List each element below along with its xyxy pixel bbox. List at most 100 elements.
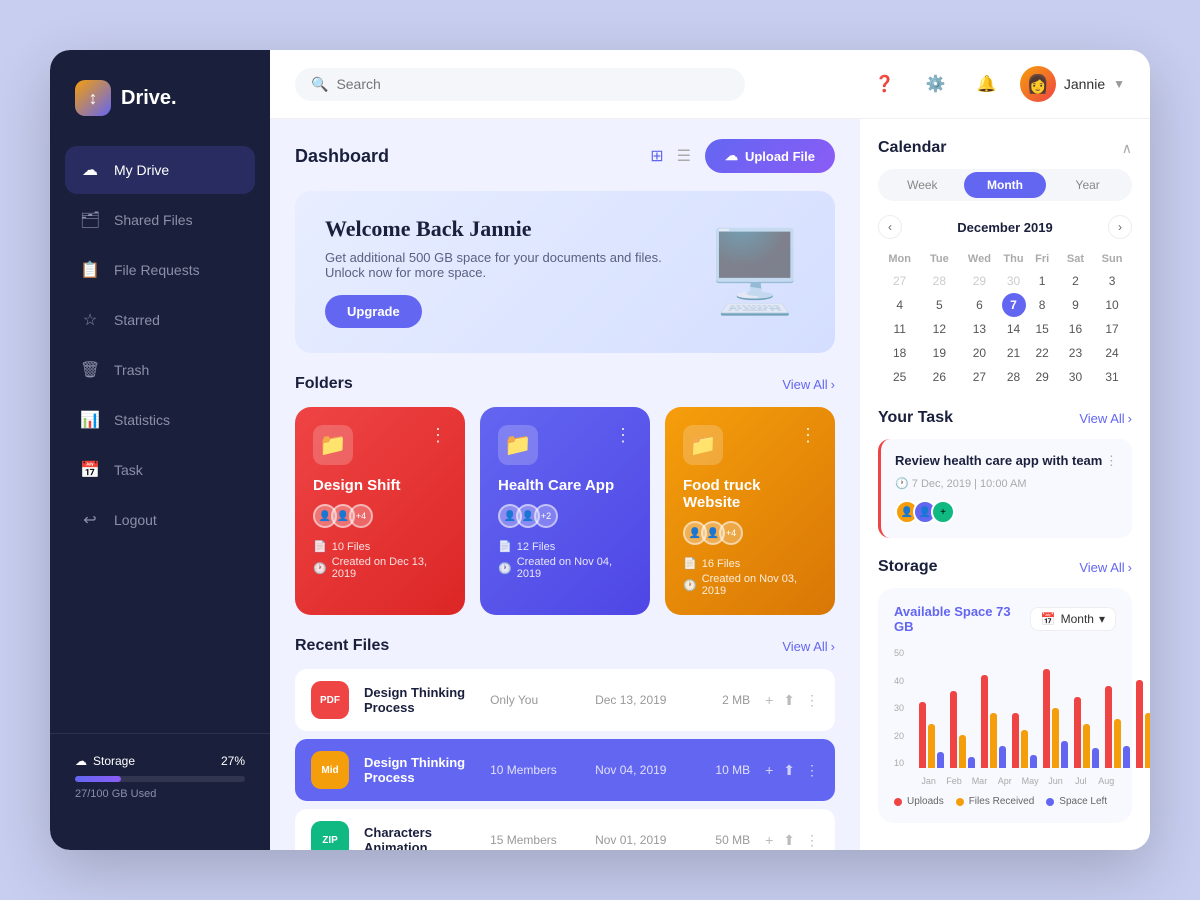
calendar-collapse-button[interactable]: ∧ xyxy=(1122,140,1132,157)
calendar-day[interactable]: 30 xyxy=(1059,365,1092,389)
upgrade-button[interactable]: Upgrade xyxy=(325,295,422,328)
calendar-day[interactable]: 1 xyxy=(1026,269,1059,293)
folder-menu-button[interactable]: ⋮ xyxy=(799,425,817,446)
calendar-day[interactable]: 21 xyxy=(1002,341,1026,365)
calendar-day[interactable]: 28 xyxy=(921,269,957,293)
calendar-day[interactable]: 29 xyxy=(957,269,1001,293)
sidebar-item-file-requests[interactable]: 📋 File Requests xyxy=(65,246,255,294)
chart-x-label: Apr xyxy=(995,776,1014,786)
calendar-day[interactable]: 26 xyxy=(921,365,957,389)
sidebar-item-shared-files[interactable]: 🗂 Shared Files xyxy=(65,196,255,244)
calendar-day[interactable]: 31 xyxy=(1092,365,1132,389)
file-add-button[interactable]: + xyxy=(765,692,773,708)
calendar-day[interactable]: 5 xyxy=(921,293,957,317)
calendar-day[interactable]: 28 xyxy=(1002,365,1026,389)
calendar-day[interactable]: 4 xyxy=(878,293,921,317)
calendar-day[interactable]: 14 xyxy=(1002,317,1026,341)
file-menu-button[interactable]: ⋮ xyxy=(805,832,819,849)
legend-label: Space Left xyxy=(1059,796,1107,807)
calendar-day[interactable]: 25 xyxy=(878,365,921,389)
table-row[interactable]: ZIP Characters Animation 15 Members Nov … xyxy=(295,809,835,850)
calendar-day[interactable]: 23 xyxy=(1059,341,1092,365)
calendar-prev-button[interactable]: ‹ xyxy=(878,215,902,239)
calendar-next-button[interactable]: › xyxy=(1108,215,1132,239)
welcome-subtitle: Get additional 500 GB space for your doc… xyxy=(325,250,665,280)
notifications-button[interactable]: 🔔 xyxy=(969,66,1005,102)
sidebar-item-logout[interactable]: ↩ Logout xyxy=(65,496,255,544)
calendar-day[interactable]: 27 xyxy=(878,269,921,293)
chart-x-label: Mar xyxy=(970,776,989,786)
list-view-button[interactable]: ☰ xyxy=(673,142,695,170)
sidebar-item-my-drive[interactable]: ☁ My Drive xyxy=(65,146,255,194)
calendar-day[interactable]: 20 xyxy=(957,341,1001,365)
calendar-day[interactable]: 24 xyxy=(1092,341,1132,365)
sidebar-item-trash[interactable]: 🗑 Trash xyxy=(65,346,255,394)
tab-month[interactable]: Month xyxy=(964,172,1047,198)
sidebar-nav: ☁ My Drive🗂 Shared Files📋 File Requests☆… xyxy=(50,146,270,733)
calendar-day[interactable]: 9 xyxy=(1059,293,1092,317)
search-input[interactable] xyxy=(336,76,729,92)
folder-menu-button[interactable]: ⋮ xyxy=(429,425,447,446)
calendar-day[interactable]: 3 xyxy=(1092,269,1132,293)
file-share-button[interactable]: ⬆ xyxy=(783,692,795,709)
folder-card[interactable]: 📁 ⋮ Food truck Website 👤 👤 +4 📄 16 Files… xyxy=(665,407,835,615)
calendar-day[interactable]: 13 xyxy=(957,317,1001,341)
search-box[interactable]: 🔍 xyxy=(295,68,745,101)
file-menu-button[interactable]: ⋮ xyxy=(805,692,819,709)
my-drive-icon: ☁ xyxy=(80,160,100,180)
folder-menu-button[interactable]: ⋮ xyxy=(614,425,632,446)
upload-button[interactable]: ☁ Upload File xyxy=(705,139,835,173)
folder-card[interactable]: 📁 ⋮ Design Shift 👤 👤 +4 📄 10 Files 🕐 Cre… xyxy=(295,407,465,615)
calendar-day[interactable]: 30 xyxy=(1002,269,1026,293)
task-menu-button[interactable]: ⋮ xyxy=(1105,453,1118,469)
red-bar xyxy=(1012,713,1019,768)
legend-label: Uploads xyxy=(907,796,944,807)
calendar-day[interactable]: 27 xyxy=(957,365,1001,389)
sidebar-item-statistics[interactable]: 📊 Statistics xyxy=(65,396,255,444)
recent-files-title: Recent Files xyxy=(295,637,389,655)
recent-files-view-all-button[interactable]: View All › xyxy=(782,639,835,654)
file-add-button[interactable]: + xyxy=(765,762,773,778)
calendar-week-row: 27282930123 xyxy=(878,269,1132,293)
file-menu-button[interactable]: ⋮ xyxy=(805,762,819,779)
folder-card[interactable]: 📁 ⋮ Health Care App 👤 👤 +2 📄 12 Files 🕐 … xyxy=(480,407,650,615)
tab-year[interactable]: Year xyxy=(1046,172,1129,198)
calendar-day[interactable]: 16 xyxy=(1059,317,1092,341)
month-selector-button[interactable]: 📅 Month ▾ xyxy=(1030,607,1116,631)
table-row[interactable]: PDF Design Thinking Process Only You Dec… xyxy=(295,669,835,731)
calendar-day[interactable]: 22 xyxy=(1026,341,1059,365)
user-info[interactable]: 👩 Jannie ▼ xyxy=(1020,66,1125,102)
calendar-day[interactable]: 29 xyxy=(1026,365,1059,389)
settings-button[interactable]: ⚙️ xyxy=(918,66,954,102)
grid-view-button[interactable]: ⊞ xyxy=(646,142,667,170)
storage-view-all-button[interactable]: View All › xyxy=(1079,560,1132,575)
file-share-button[interactable]: ⬆ xyxy=(783,762,795,779)
table-row[interactable]: Mid Design Thinking Process 10 Members N… xyxy=(295,739,835,801)
folder-avatar-count: +4 xyxy=(719,521,743,545)
task-view-all-button[interactable]: View All › xyxy=(1079,411,1132,426)
sidebar-item-task[interactable]: 📅 Task xyxy=(65,446,255,494)
storage-bar-fill xyxy=(75,776,121,782)
calendar-day[interactable]: 19 xyxy=(921,341,957,365)
calendar-day[interactable]: 15 xyxy=(1026,317,1059,341)
task-card[interactable]: Review health care app with team ⋮ 🕐 7 D… xyxy=(878,439,1132,538)
file-add-button[interactable]: + xyxy=(765,832,773,848)
calendar-day[interactable]: 12 xyxy=(921,317,957,341)
bar-group xyxy=(1074,697,1099,769)
calendar-day[interactable]: 18 xyxy=(878,341,921,365)
calendar-day[interactable]: 6 xyxy=(957,293,1001,317)
tab-week[interactable]: Week xyxy=(881,172,964,198)
folders-view-all-button[interactable]: View All › xyxy=(782,377,835,392)
file-share-button[interactable]: ⬆ xyxy=(783,832,795,849)
calendar-day[interactable]: 2 xyxy=(1059,269,1092,293)
dashboard-area: Dashboard ⊞ ☰ ☁ Upload File xyxy=(270,119,1150,850)
calendar-day[interactable]: 10 xyxy=(1092,293,1132,317)
calendar-day[interactable]: 7 xyxy=(1002,293,1026,317)
calendar-day[interactable]: 8 xyxy=(1026,293,1059,317)
calendar-day[interactable]: 17 xyxy=(1092,317,1132,341)
help-button[interactable]: ❓ xyxy=(867,66,903,102)
sidebar-item-starred[interactable]: ☆ Starred xyxy=(65,296,255,344)
bar-group xyxy=(950,691,975,768)
calendar-day[interactable]: 11 xyxy=(878,317,921,341)
folder-name: Health Care App xyxy=(498,477,632,494)
